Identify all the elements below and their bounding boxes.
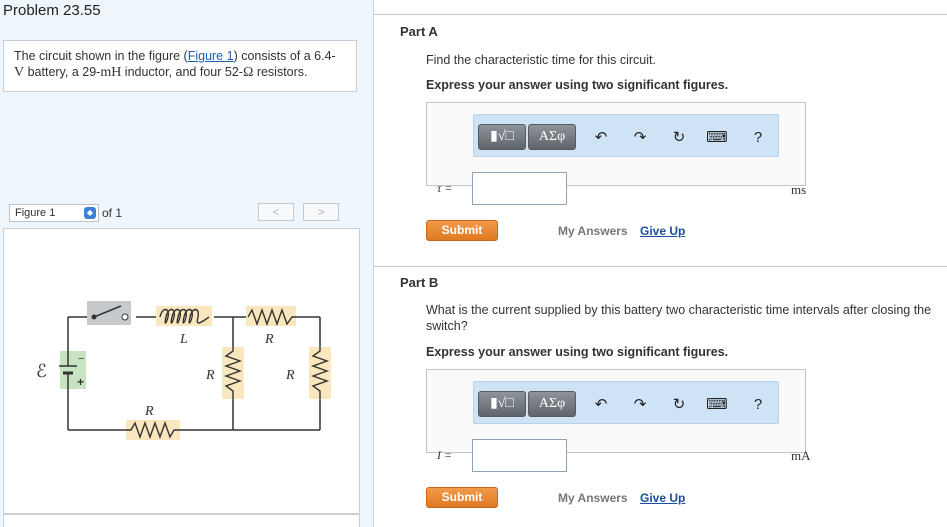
figure-frame: L R − + ℰ R R R bbox=[3, 228, 360, 514]
resistor-mid-2 bbox=[309, 347, 331, 399]
part-a-give-up[interactable]: Give Up bbox=[640, 224, 685, 238]
part-b-my-answers: My Answers bbox=[558, 491, 628, 505]
part-b-instruction: Express your answer using two significan… bbox=[426, 345, 729, 359]
reset-icon[interactable]: ↻ bbox=[670, 129, 688, 147]
problem-title: Problem 23.55 bbox=[3, 2, 101, 19]
help-button[interactable]: ? bbox=[749, 396, 767, 414]
figure-navigation: Figure 1 ◆ of 1 < > bbox=[9, 203, 359, 225]
figure-footer bbox=[3, 514, 360, 527]
divider bbox=[374, 14, 947, 15]
battery-minus: − bbox=[78, 353, 84, 365]
part-a-my-answers: My Answers bbox=[558, 224, 628, 238]
resistor-bottom bbox=[126, 420, 180, 440]
figure-count: of 1 bbox=[102, 206, 123, 220]
part-b-submit-button[interactable]: Submit bbox=[426, 487, 498, 508]
chevron-updown-icon: ◆ bbox=[84, 207, 96, 219]
templates-button[interactable]: ▮√□ bbox=[478, 391, 526, 417]
circuit-diagram: L R − + ℰ R R R bbox=[36, 301, 331, 440]
keyboard-icon[interactable]: ⌨ bbox=[706, 396, 728, 414]
part-a-answer-input[interactable] bbox=[472, 172, 567, 205]
keyboard-icon[interactable]: ⌨ bbox=[706, 129, 728, 147]
problem-pane: Problem 23.55 The circuit shown in the f… bbox=[0, 0, 374, 527]
problem-statement: The circuit shown in the figure (Figure … bbox=[3, 40, 357, 92]
part-b-variable: I = bbox=[437, 448, 453, 462]
resistor-top-label: R bbox=[264, 332, 274, 347]
reset-icon[interactable]: ↻ bbox=[670, 396, 688, 414]
resistor-mid-1-label: R bbox=[205, 368, 215, 383]
resistor-top bbox=[246, 306, 296, 327]
prev-figure-button[interactable]: < bbox=[258, 203, 294, 221]
part-a-prompt: Find the characteristic time for this ci… bbox=[426, 53, 656, 67]
divider bbox=[374, 266, 947, 267]
part-b-give-up[interactable]: Give Up bbox=[640, 491, 685, 505]
part-a-answer-box: ▮√□ ΑΣφ ↶ ↷ ↻ ⌨ ? τ = ms bbox=[426, 102, 806, 205]
inductor-label: L bbox=[179, 332, 188, 347]
templates-button[interactable]: ▮√□ bbox=[478, 124, 526, 150]
inductor bbox=[156, 306, 212, 326]
battery-plus: + bbox=[77, 375, 84, 389]
part-b-answer-input[interactable] bbox=[472, 439, 567, 472]
resistor-mid-2-label: R bbox=[285, 368, 295, 383]
redo-icon[interactable]: ↷ bbox=[631, 129, 649, 147]
part-a-submit-button[interactable]: Submit bbox=[426, 220, 498, 241]
resistor-mid-1 bbox=[222, 347, 244, 399]
part-b-title: Part B bbox=[400, 275, 439, 290]
part-a-toolbar: ▮√□ ΑΣφ ↶ ↷ ↻ ⌨ ? bbox=[473, 114, 779, 157]
undo-icon[interactable]: ↶ bbox=[592, 396, 610, 414]
figure-link[interactable]: Figure 1 bbox=[188, 49, 234, 63]
emf-label: ℰ bbox=[36, 361, 47, 381]
resistor-bottom-label: R bbox=[144, 404, 154, 419]
part-a-unit: ms bbox=[791, 182, 807, 197]
figure-select[interactable]: Figure 1 ◆ bbox=[9, 204, 99, 222]
redo-icon[interactable]: ↷ bbox=[631, 396, 649, 414]
undo-icon[interactable]: ↶ bbox=[592, 129, 610, 147]
part-b-unit: mA bbox=[791, 448, 811, 463]
answer-pane: Part A Find the characteristic time for … bbox=[374, 0, 947, 527]
switch bbox=[87, 301, 131, 325]
part-b-answer-box: ▮√□ ΑΣφ ↶ ↷ ↻ ⌨ ? I = mA bbox=[426, 369, 811, 472]
part-a-variable: τ = bbox=[437, 181, 453, 195]
greek-symbols-button[interactable]: ΑΣφ bbox=[528, 391, 576, 417]
part-b-prompt: What is the current supplied by this bat… bbox=[426, 303, 932, 333]
greek-symbols-button[interactable]: ΑΣφ bbox=[528, 124, 576, 150]
part-a-title: Part A bbox=[400, 24, 438, 39]
help-button[interactable]: ? bbox=[749, 129, 767, 147]
part-a-instruction: Express your answer using two significan… bbox=[426, 78, 729, 92]
next-figure-button[interactable]: > bbox=[303, 203, 339, 221]
part-b-toolbar: ▮√□ ΑΣφ ↶ ↷ ↻ ⌨ ? bbox=[473, 381, 779, 424]
